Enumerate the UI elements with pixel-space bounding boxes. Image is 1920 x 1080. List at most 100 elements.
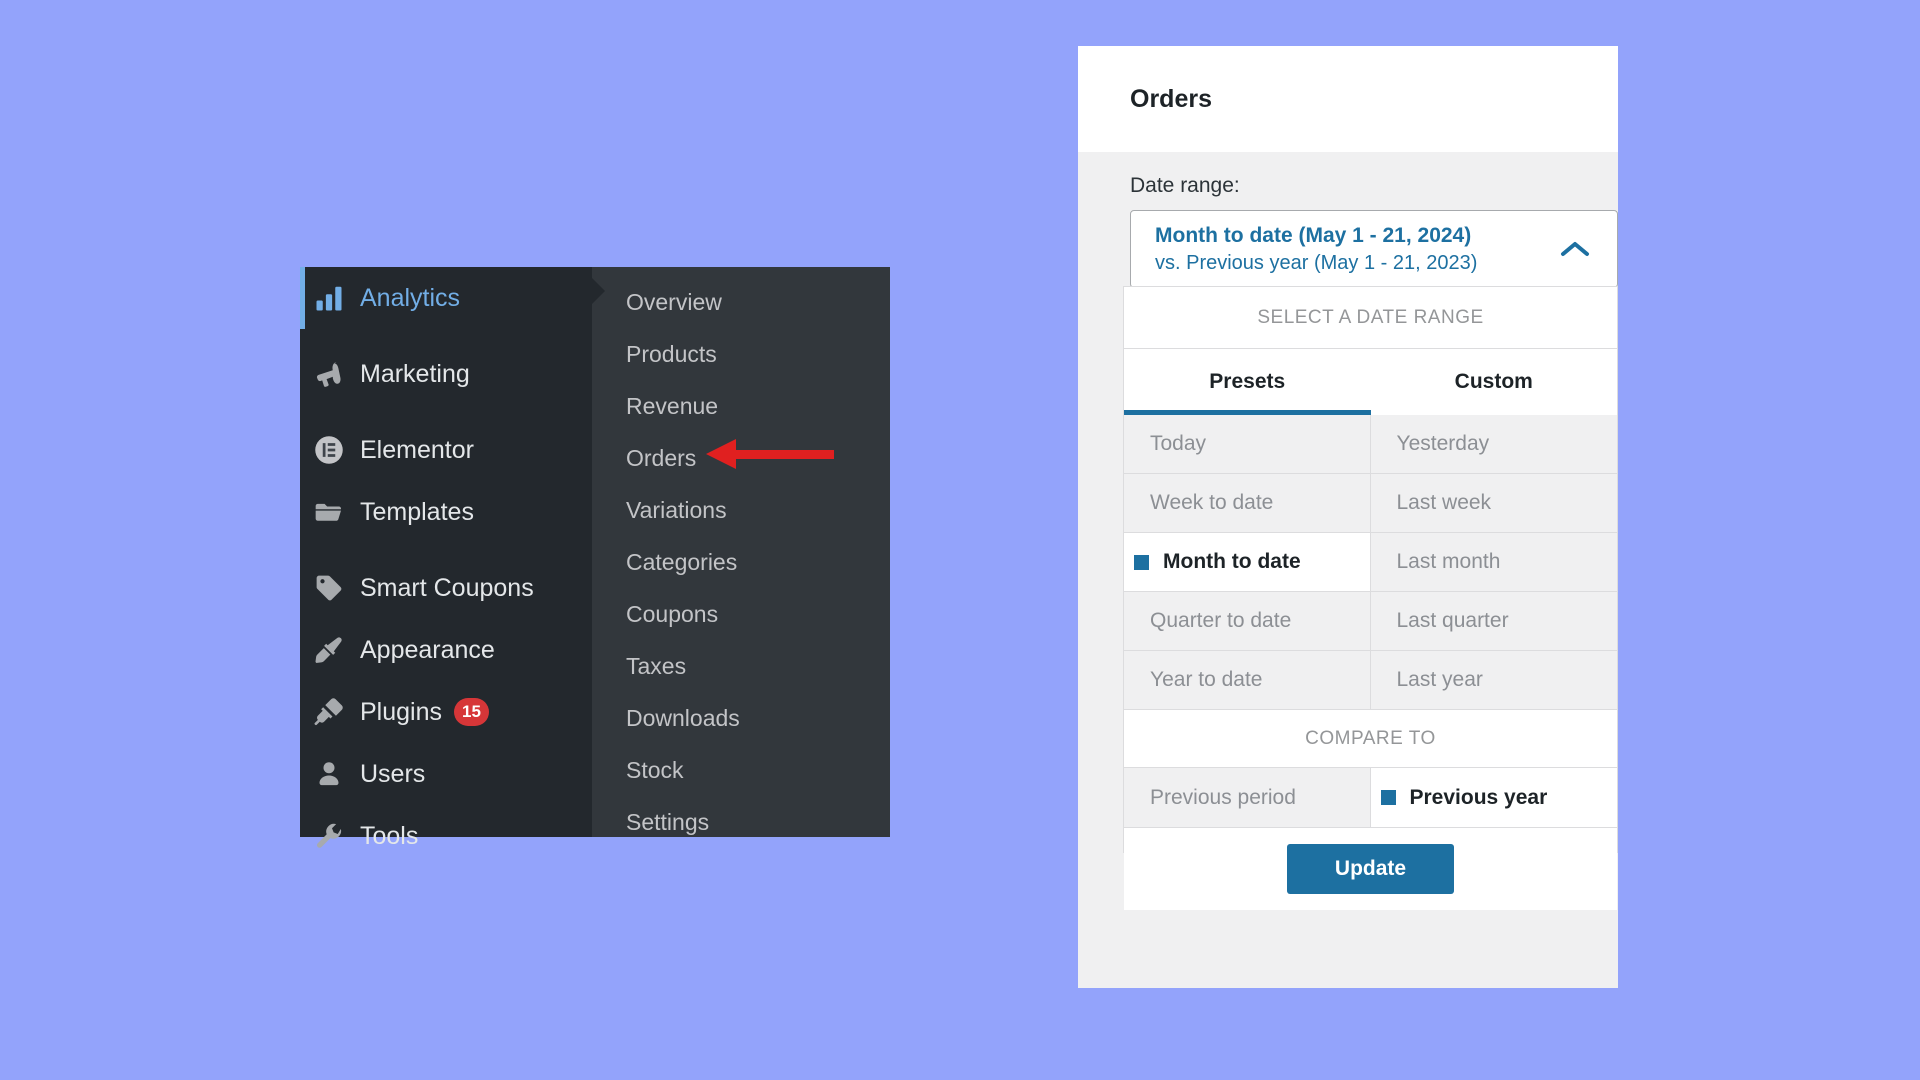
compare-option-previous-year[interactable]: Previous year: [1370, 768, 1617, 828]
submenu-item-label: Revenue: [626, 392, 719, 419]
preset-label: Last year: [1396, 668, 1483, 691]
submenu-item-variations[interactable]: Variations: [592, 484, 890, 536]
menu-item-tools[interactable]: Tools: [300, 805, 592, 867]
menu-item-label: Analytics: [360, 283, 461, 312]
preset-month-to-date[interactable]: Month to date: [1124, 533, 1371, 592]
user-icon: [306, 759, 352, 789]
admin-submenu-analytics: Overview Products Revenue Orders Variations C…: [591, 267, 890, 837]
menu-item-appearance[interactable]: Appearance: [300, 619, 592, 681]
tab-presets[interactable]: Presets: [1124, 349, 1371, 415]
preset-label: Last week: [1396, 491, 1492, 514]
submenu-item-label: Categories: [626, 548, 738, 575]
preset-label: Month to date: [1163, 550, 1301, 573]
folder-icon: [306, 496, 352, 528]
date-range-picker-dropdown: SELECT A DATE RANGE Presets Custom Today Y…: [1123, 286, 1618, 910]
paintbrush-icon: [306, 634, 352, 666]
compare-option-label: Previous year: [1409, 785, 1548, 809]
date-range-secondary: vs. Previous year (May 1 - 21, 2023): [1155, 251, 1478, 274]
menu-item-label: Appearance: [360, 635, 495, 664]
page-title: Orders: [1130, 84, 1212, 113]
submenu-notch: [591, 267, 606, 315]
submenu-item-label: Downloads: [626, 704, 740, 731]
menu-item-analytics[interactable]: Analytics: [300, 267, 592, 329]
preset-today[interactable]: Today: [1124, 415, 1371, 474]
preset-label: Year to date: [1150, 668, 1263, 691]
menu-separator: [300, 543, 592, 557]
date-picker-tablist: Presets Custom: [1124, 349, 1617, 415]
chevron-up-icon[interactable]: [1557, 240, 1593, 258]
menu-item-plugins[interactable]: Plugins 15: [300, 681, 592, 743]
submenu-item-label: Coupons: [626, 600, 719, 627]
preset-label: Today: [1150, 432, 1207, 455]
submenu-item-coupons[interactable]: Coupons: [592, 588, 890, 640]
preset-label: Last month: [1396, 550, 1501, 573]
wordpress-admin-menu: Analytics Marketing Elementor Templates Smar…: [300, 267, 890, 850]
chart-bar-icon: [306, 283, 352, 313]
submenu-item-label: Orders: [626, 444, 697, 471]
submenu-item-products[interactable]: Products: [592, 328, 890, 380]
elementor-icon: [306, 435, 352, 465]
date-range-selector-text: Month to date (May 1 - 21, 2024) vs. Pre…: [1155, 222, 1557, 276]
submenu-item-label: Products: [626, 340, 717, 367]
preset-last-year[interactable]: Last year: [1370, 651, 1617, 710]
menu-item-label: Tools: [360, 821, 419, 850]
preset-last-month[interactable]: Last month: [1370, 533, 1617, 592]
submenu-item-downloads[interactable]: Downloads: [592, 692, 890, 744]
compare-to-header: COMPARE TO: [1124, 710, 1617, 768]
update-button[interactable]: Update: [1286, 844, 1455, 894]
submenu-item-revenue[interactable]: Revenue: [592, 380, 890, 432]
screenshot-stage: Analytics Marketing Elementor Templates Smar…: [0, 0, 1920, 1080]
preset-label: Yesterday: [1396, 432, 1490, 455]
submenu-item-label: Settings: [626, 808, 710, 835]
plugins-update-badge: 15: [454, 698, 489, 726]
panel-body: Date range: Month to date (May 1 - 21, 2…: [1078, 152, 1618, 288]
submenu-item-label: Stock: [626, 756, 684, 783]
preset-quarter-to-date[interactable]: Quarter to date: [1124, 592, 1371, 651]
compare-to-options: Previous period Previous year: [1124, 768, 1617, 828]
compare-option-previous-period[interactable]: Previous period: [1124, 768, 1371, 828]
preset-label: Week to date: [1150, 491, 1274, 514]
menu-item-label: Plugins: [360, 697, 442, 726]
plug-icon: [306, 696, 352, 728]
menu-item-elementor[interactable]: Elementor: [300, 419, 592, 481]
menu-item-label: Users: [360, 759, 426, 788]
preset-yesterday[interactable]: Yesterday: [1370, 415, 1617, 474]
submenu-item-label: Overview: [626, 288, 722, 315]
submenu-item-overview[interactable]: Overview: [592, 276, 890, 328]
menu-item-label: Templates: [360, 497, 474, 526]
submenu-item-taxes[interactable]: Taxes: [592, 640, 890, 692]
compare-option-label: Previous period: [1150, 785, 1296, 809]
date-range-primary: Month to date (May 1 - 21, 2024): [1155, 223, 1472, 247]
menu-item-smart-coupons[interactable]: Smart Coupons: [300, 557, 592, 619]
preset-week-to-date[interactable]: Week to date: [1124, 474, 1371, 533]
date-picker-header: SELECT A DATE RANGE: [1124, 287, 1617, 349]
date-range-selector-button[interactable]: Month to date (May 1 - 21, 2024) vs. Pre…: [1130, 210, 1618, 288]
submenu-item-categories[interactable]: Categories: [592, 536, 890, 588]
submenu-item-label: Taxes: [626, 652, 687, 679]
arrow-shaft: [732, 450, 834, 459]
menu-item-label: Elementor: [360, 435, 474, 464]
red-left-arrow-annotation: [706, 439, 834, 469]
menu-item-marketing[interactable]: Marketing: [300, 343, 592, 405]
preset-last-quarter[interactable]: Last quarter: [1370, 592, 1617, 651]
preset-year-to-date[interactable]: Year to date: [1124, 651, 1371, 710]
tab-custom[interactable]: Custom: [1371, 349, 1618, 415]
date-range-label: Date range:: [1130, 174, 1240, 197]
panel-header: Orders: [1078, 46, 1618, 152]
preset-label: Quarter to date: [1150, 609, 1292, 632]
preset-last-week[interactable]: Last week: [1370, 474, 1617, 533]
menu-item-label: Marketing: [360, 359, 470, 388]
menu-separator: [300, 405, 592, 419]
submenu-item-settings[interactable]: Settings: [592, 796, 890, 848]
preset-label: Last quarter: [1396, 609, 1509, 632]
menu-separator: [300, 329, 592, 343]
megaphone-icon: [306, 358, 352, 390]
submenu-item-label: Variations: [626, 496, 727, 523]
selected-indicator-icon: [1380, 790, 1396, 805]
update-row: Update: [1124, 828, 1617, 910]
preset-grid: Today Yesterday Week to date Last week Month…: [1124, 415, 1617, 710]
menu-item-users[interactable]: Users: [300, 743, 592, 805]
menu-item-templates[interactable]: Templates: [300, 481, 592, 543]
tag-icon: [306, 573, 352, 603]
submenu-item-stock[interactable]: Stock: [592, 744, 890, 796]
